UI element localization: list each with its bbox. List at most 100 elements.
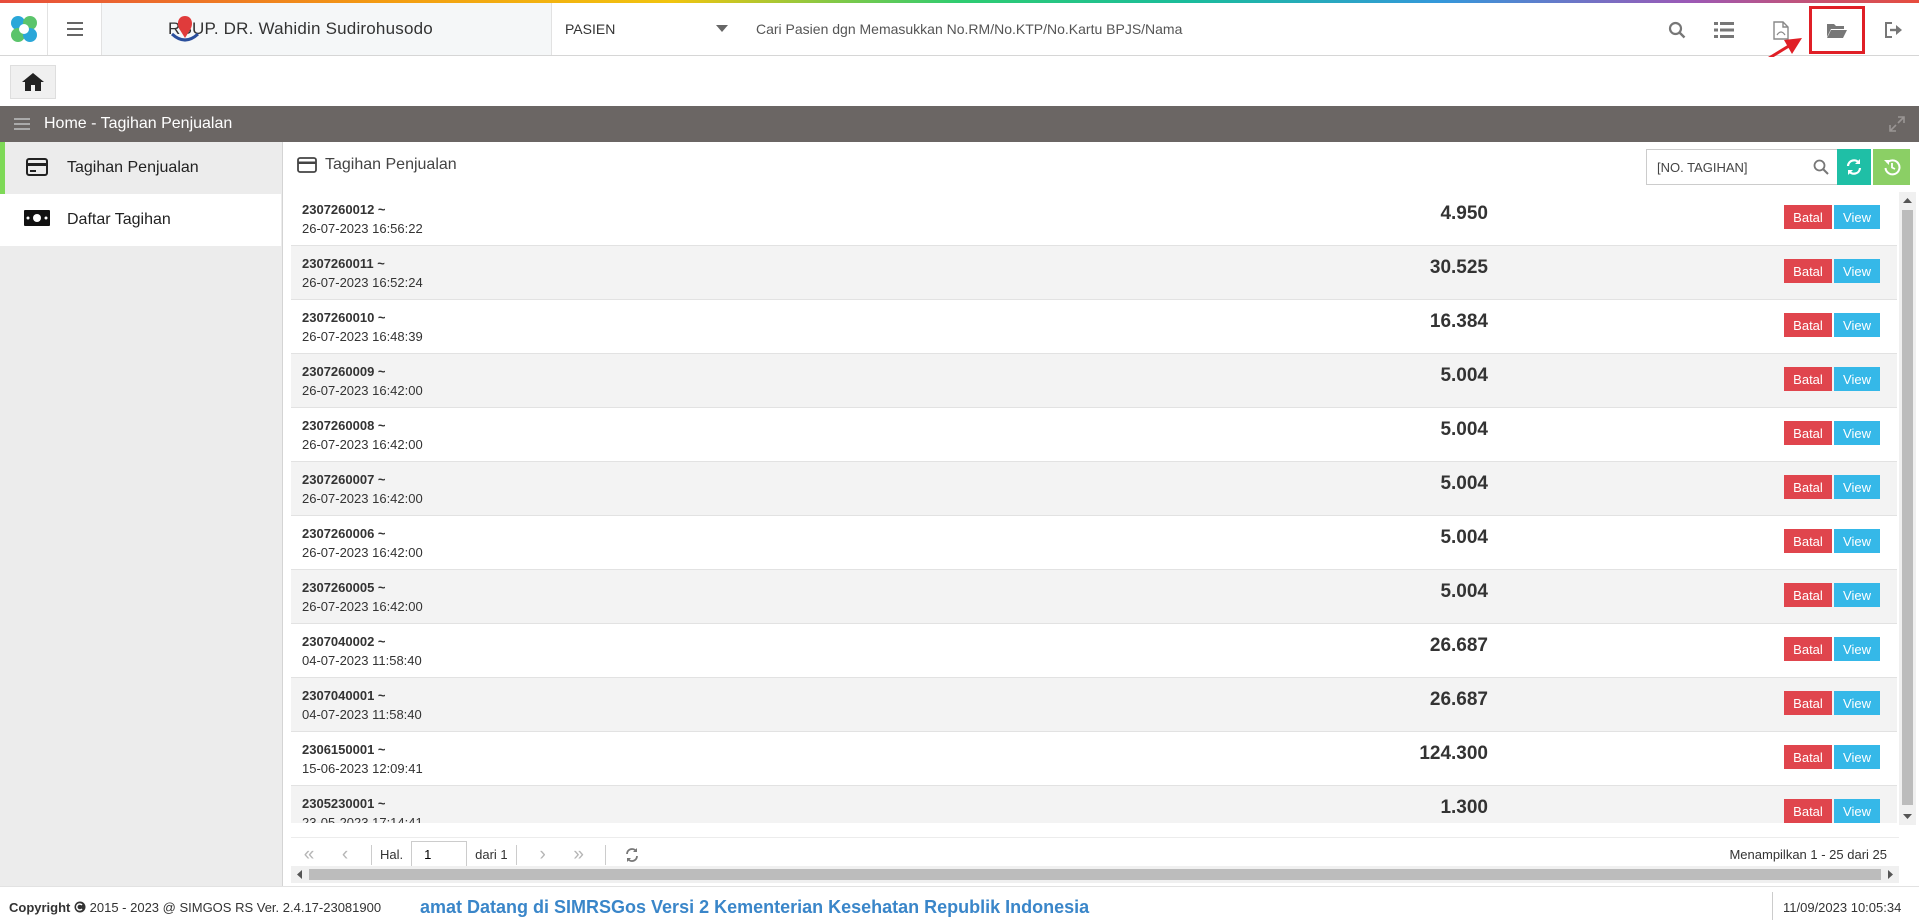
invoice-amount: 5.004 [1440,419,1488,440]
table-row[interactable]: 2306150001 ~ 15-06-2023 12:09:41 124.300 Ba… [291,732,1897,786]
view-button[interactable]: View [1834,367,1880,391]
invoice-date: 15-06-2023 12:09:41 [302,761,423,776]
last-page-button[interactable]: » [561,841,597,869]
horizontal-scrollbar[interactable] [291,866,1899,883]
first-page-button[interactable]: « [291,841,327,869]
horizontal-scroll-thumb[interactable] [309,869,1881,880]
copyright-text: 2015 - 2023 @ SIMGOS RS Ver. 2.4.17-2308… [89,900,382,915]
view-button[interactable]: View [1834,745,1880,769]
invoice-search-input[interactable] [1647,159,1797,175]
divider [604,844,606,865]
reload-button[interactable] [614,841,650,869]
view-button[interactable]: View [1834,421,1880,445]
table-row[interactable]: 2307260009 ~ 26-07-2023 16:42:00 5.004 Bata… [291,354,1897,408]
invoice-number: 2307260012 ~ [302,202,386,217]
credit-card-icon [26,158,48,176]
prev-page-button[interactable]: ‹ [327,841,363,869]
view-button[interactable]: View [1834,313,1880,337]
invoice-amount: 124.300 [1419,743,1488,764]
invoice-amount: 4.950 [1440,203,1488,224]
reset-button[interactable] [1873,149,1910,185]
footer: Copyright 2015 - 2023 @ SIMGOS RS Ver. 2… [0,886,1919,922]
cancel-button[interactable]: Batal [1784,691,1832,715]
invoice-number: 2307260011 ~ [302,256,385,271]
vertical-scroll-thumb[interactable] [1902,210,1913,805]
table-row[interactable]: 2307260007 ~ 26-07-2023 16:42:00 5.004 Bata… [291,462,1897,516]
main-menu-button[interactable] [48,3,102,55]
next-page-button[interactable]: › [525,841,561,869]
home-button[interactable] [10,65,56,99]
page-number-input[interactable] [411,840,468,869]
datetime-display: 11/09/2023 10:05:34 [1772,892,1901,920]
app-logo[interactable] [0,3,48,55]
scroll-right-icon[interactable] [1885,866,1897,883]
header-logout-button[interactable] [1871,11,1917,49]
view-button[interactable]: View [1834,205,1880,229]
invoice-date: 26-07-2023 16:42:00 [302,545,423,560]
cancel-button[interactable]: Batal [1784,259,1832,283]
invoice-amount: 16.384 [1429,311,1488,332]
search-icon[interactable] [1813,159,1829,175]
cancel-button[interactable]: Batal [1784,475,1832,499]
expand-icon[interactable] [1889,116,1905,132]
table-row[interactable]: 2305230001 ~ 23-05-2023 17:14:41 1.300 Bata… [291,786,1897,823]
patient-search-input[interactable] [744,13,1644,45]
hamburger-icon [66,22,83,36]
invoice-amount: 26.687 [1429,635,1488,656]
scroll-up-icon[interactable] [1899,194,1916,206]
table-row[interactable]: 2307040002 ~ 04-07-2023 11:58:40 26.687 Bat… [291,624,1897,678]
patient-mode-select[interactable]: PASIEN [553,3,736,55]
cancel-button[interactable]: Batal [1784,583,1832,607]
view-button[interactable]: View [1834,259,1880,283]
refresh-button[interactable] [1837,149,1871,185]
refresh-icon [1846,159,1862,175]
history-icon [1883,159,1900,176]
cancel-button[interactable]: Batal [1784,367,1832,391]
invoice-number: 2305230001 ~ [302,796,386,811]
invoice-amount: 26.687 [1429,689,1488,710]
invoice-date: 26-07-2023 16:42:00 [302,491,423,506]
table-row[interactable]: 2307260011 ~ 26-07-2023 16:52:24 30.525 Bat… [291,246,1897,300]
sidebar: Tagihan Penjualan Daftar Tagihan [0,142,283,886]
view-button[interactable]: View [1834,529,1880,553]
invoice-number: 2307260009 ~ [302,364,386,379]
invoice-date: 26-07-2023 16:42:00 [302,599,423,614]
cancel-button[interactable]: Batal [1784,313,1832,337]
panel-title-text: Tagihan Penjualan [325,156,457,173]
divider [371,844,372,865]
copyright: Copyright 2015 - 2023 @ SIMGOS RS Ver. 2… [9,900,381,915]
table-row[interactable]: 2307260006 ~ 26-07-2023 16:42:00 5.004 Bata… [291,516,1897,570]
view-button[interactable]: View [1834,637,1880,661]
table-row[interactable]: 2307040001 ~ 04-07-2023 11:58:40 26.687 Bat… [291,678,1897,732]
sidebar-toggle-icon[interactable] [14,118,30,130]
view-button[interactable]: View [1834,799,1880,823]
invoice-date: 26-07-2023 16:42:00 [302,437,423,452]
cancel-button[interactable]: Batal [1784,637,1832,661]
table-row[interactable]: 2307260008 ~ 26-07-2023 16:42:00 5.004 Bata… [291,408,1897,462]
header-folder-button[interactable] [1809,6,1865,54]
scroll-down-icon[interactable] [1899,811,1916,823]
scroll-left-icon[interactable] [293,866,305,883]
cancel-button[interactable]: Batal [1784,745,1832,769]
invoice-amount: 5.004 [1440,581,1488,602]
view-button[interactable]: View [1834,691,1880,715]
cancel-button[interactable]: Batal [1784,529,1832,553]
invoice-amount: 5.004 [1440,473,1488,494]
sidebar-item-tagihan-penjualan[interactable]: Tagihan Penjualan [0,142,281,194]
vertical-scrollbar[interactable] [1899,192,1916,825]
sidebar-item-daftar-tagihan[interactable]: Daftar Tagihan [0,194,281,246]
cancel-button[interactable]: Batal [1784,421,1832,445]
invoice-date: 23-05-2023 17:14:41 [302,815,423,823]
invoice-amount: 5.004 [1440,365,1488,386]
view-button[interactable]: View [1834,475,1880,499]
table-row[interactable]: 2307260005 ~ 26-07-2023 16:42:00 5.004 Bata… [291,570,1897,624]
cancel-button[interactable]: Batal [1784,205,1832,229]
table-row[interactable]: 2307260010 ~ 26-07-2023 16:48:39 16.384 Bat… [291,300,1897,354]
breadcrumb-bar: Home - Tagihan Penjualan [0,106,1919,142]
invoice-number: 2307260008 ~ [302,418,386,433]
view-button[interactable]: View [1834,583,1880,607]
invoice-search-box [1646,149,1840,185]
table-row[interactable]: 2307260012 ~ 26-07-2023 16:56:22 4.950 Bata… [291,192,1897,246]
reload-icon [625,847,638,862]
cancel-button[interactable]: Batal [1784,799,1832,823]
